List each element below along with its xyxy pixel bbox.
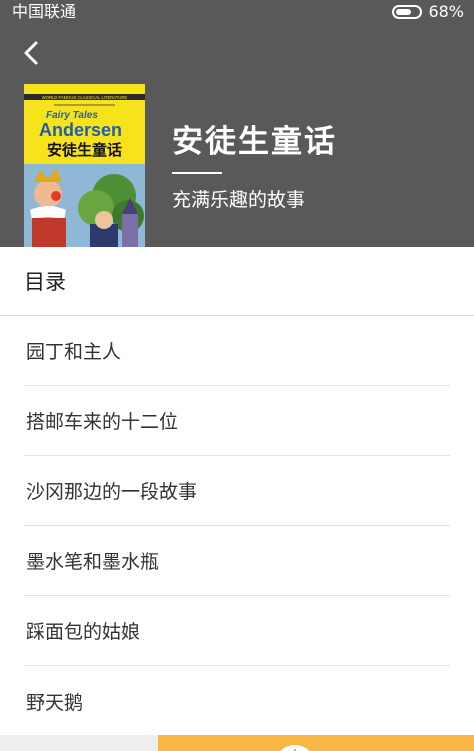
chapter-item[interactable]: 搭邮车来的十二位 (24, 386, 450, 456)
cover-series-line: WORLD FAMOUS CLASSICAL LITERATURE (42, 95, 128, 100)
book-title: 安徒生童话 (172, 124, 337, 160)
chapter-item[interactable]: 园丁和主人 (24, 316, 450, 386)
battery-percent: 68% (428, 2, 464, 21)
battery-indicator: 68% (392, 2, 464, 22)
cover-chinese-title: 安徒生童话 (47, 141, 122, 159)
chapter-item[interactable]: 野天鹅 (24, 666, 450, 736)
chapter-item[interactable]: 踩面包的姑娘 (24, 596, 450, 666)
toc-heading: 目录 (0, 247, 474, 316)
bottom-accent-panel[interactable] (158, 735, 474, 751)
bottom-left-panel[interactable] (0, 735, 158, 751)
bottom-action-bar (0, 735, 474, 751)
book-subtitle: 充满乐趣的故事 (172, 189, 306, 211)
cover-english-line2: Andersen (39, 120, 122, 140)
battery-icon (392, 5, 423, 19)
chapter-item[interactable]: 沙冈那边的一段故事 (24, 456, 450, 526)
title-divider (172, 172, 222, 174)
back-button[interactable] (18, 36, 48, 70)
chevron-left-icon (24, 41, 38, 65)
book-cover: WORLD FAMOUS CLASSICAL LITERATURE Fairy … (24, 84, 145, 247)
carrier-name: 中国联通 (12, 2, 77, 21)
battery-fill (396, 9, 412, 15)
chapter-item[interactable]: 墨水笔和墨水瓶 (24, 526, 450, 596)
chapter-list: 园丁和主人 搭邮车来的十二位 沙冈那边的一段故事 墨水笔和墨水瓶 踩面包的姑娘 … (0, 316, 474, 736)
status-bar: 中国联通 68% (0, 0, 474, 24)
table-of-contents: 目录 园丁和主人 搭邮车来的十二位 沙冈那边的一段故事 墨水笔和墨水瓶 踩面包的… (0, 247, 474, 735)
book-info: 安徒生童话 充满乐趣的故事 (172, 120, 337, 214)
book-header: WORLD FAMOUS CLASSICAL LITERATURE Fairy … (0, 24, 474, 247)
